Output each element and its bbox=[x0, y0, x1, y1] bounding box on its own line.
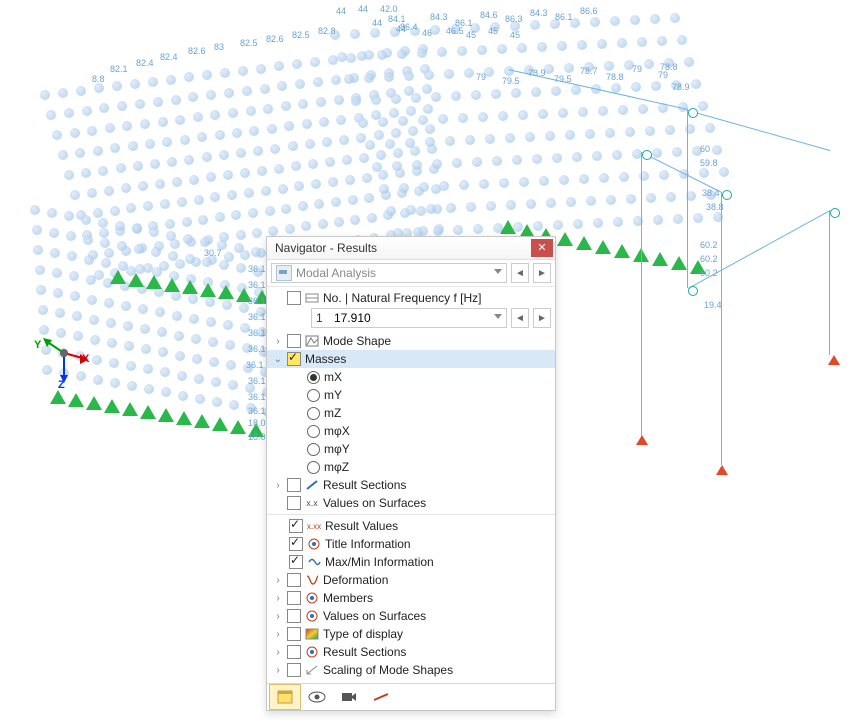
scaling-checkbox[interactable] bbox=[287, 663, 301, 677]
tab-section-button[interactable] bbox=[365, 684, 397, 710]
maxmin-info-checkbox[interactable] bbox=[289, 555, 303, 569]
expand-toggle[interactable]: › bbox=[273, 665, 283, 676]
values-surfaces-icon bbox=[305, 609, 319, 623]
expand-toggle[interactable]: › bbox=[273, 575, 283, 586]
values-surfaces-top-checkbox[interactable] bbox=[287, 496, 301, 510]
title-info-icon bbox=[307, 537, 321, 551]
scaling-icon bbox=[305, 663, 319, 677]
chevron-down-icon bbox=[494, 269, 502, 274]
expand-toggle[interactable]: › bbox=[273, 336, 283, 347]
deformation-icon bbox=[305, 573, 319, 587]
display-type-checkbox[interactable] bbox=[287, 627, 301, 641]
my-radio[interactable] bbox=[307, 389, 320, 402]
title-info-label: Title Information bbox=[325, 537, 411, 551]
axis-y-label: Y bbox=[34, 339, 41, 351]
expand-toggle[interactable]: › bbox=[273, 611, 283, 622]
mode-shape-checkbox[interactable] bbox=[287, 334, 301, 348]
analysis-next-button[interactable]: ► bbox=[533, 263, 551, 283]
values-surfaces-top-label: Values on Surfaces bbox=[323, 496, 426, 510]
result-values-checkbox[interactable] bbox=[289, 519, 303, 533]
section-icon bbox=[305, 478, 319, 492]
axis-triad: Z X Y bbox=[30, 335, 90, 395]
freq-prev-button[interactable]: ◄ bbox=[511, 308, 529, 328]
display-type-label: Type of display bbox=[323, 627, 403, 641]
chevron-down-icon bbox=[494, 314, 502, 319]
freq-value: 17.910 bbox=[334, 311, 371, 325]
expand-toggle[interactable]: › bbox=[273, 480, 283, 491]
mz-radio[interactable] bbox=[307, 407, 320, 420]
frequency-combo[interactable]: 1 17.910 bbox=[311, 308, 507, 328]
expand-toggle[interactable]: › bbox=[273, 593, 283, 604]
deformation-label: Deformation bbox=[323, 573, 388, 587]
mphiy-label: mφY bbox=[324, 442, 350, 456]
mphix-label: mφX bbox=[324, 424, 350, 438]
tab-visibility-button[interactable] bbox=[301, 684, 333, 710]
freq-next-button[interactable]: ► bbox=[533, 308, 551, 328]
members-icon bbox=[305, 591, 319, 605]
expand-toggle[interactable]: › bbox=[273, 629, 283, 640]
values-surfaces-label: Values on Surfaces bbox=[323, 609, 426, 623]
mphiy-radio[interactable] bbox=[307, 443, 320, 456]
result-values-icon: x.xx bbox=[307, 519, 321, 533]
values-surfaces-checkbox[interactable] bbox=[287, 609, 301, 623]
members-checkbox[interactable] bbox=[287, 591, 301, 605]
expand-toggle[interactable]: › bbox=[273, 647, 283, 658]
close-icon[interactable]: ✕ bbox=[531, 239, 553, 257]
mx-radio[interactable] bbox=[307, 371, 320, 384]
masses-checkbox[interactable] bbox=[287, 352, 301, 366]
maxmin-info-label: Max/Min Information bbox=[325, 555, 434, 569]
mode-shape-icon bbox=[305, 334, 319, 348]
mphix-radio[interactable] bbox=[307, 425, 320, 438]
panel-titlebar[interactable]: Navigator - Results ✕ bbox=[267, 237, 555, 260]
freq-checkbox[interactable] bbox=[287, 291, 301, 305]
mz-label: mZ bbox=[324, 406, 341, 420]
maxmin-icon bbox=[307, 555, 321, 569]
analysis-type-label: Modal Analysis bbox=[296, 266, 376, 280]
navigator-results-panel: Navigator - Results ✕ Modal Analysis ◄ ►… bbox=[266, 236, 556, 711]
my-label: mY bbox=[324, 388, 342, 402]
mx-label: mX bbox=[324, 370, 342, 384]
values-icon: x.x bbox=[305, 496, 319, 510]
results-tree: No. | Natural Frequency f [Hz] 1 17.910 … bbox=[267, 287, 555, 683]
title-info-checkbox[interactable] bbox=[289, 537, 303, 551]
mphiz-label: mφZ bbox=[324, 460, 349, 474]
mode-shape-label: Mode Shape bbox=[323, 334, 391, 348]
freq-header-label: No. | Natural Frequency f [Hz] bbox=[323, 291, 482, 305]
panel-title: Navigator - Results bbox=[275, 241, 531, 255]
result-sections2-checkbox[interactable] bbox=[287, 645, 301, 659]
deformation-checkbox[interactable] bbox=[287, 573, 301, 587]
tab-navigator-button[interactable] bbox=[269, 684, 301, 710]
display-type-icon bbox=[305, 627, 319, 641]
mphiz-radio[interactable] bbox=[307, 461, 320, 474]
freq-icon bbox=[305, 291, 319, 305]
analysis-glyph-icon bbox=[276, 265, 292, 281]
analysis-prev-button[interactable]: ◄ bbox=[511, 263, 529, 283]
axis-x-label: X bbox=[82, 353, 89, 365]
panel-bottom-toolbar bbox=[267, 683, 555, 710]
scaling-label: Scaling of Mode Shapes bbox=[323, 663, 453, 677]
axis-z-label: Z bbox=[58, 379, 65, 391]
freq-number: 1 bbox=[316, 311, 334, 325]
result-sections-label: Result Sections bbox=[323, 478, 406, 492]
analysis-type-combo[interactable]: Modal Analysis bbox=[271, 263, 507, 283]
masses-label: Masses bbox=[305, 352, 346, 366]
result-sections2-icon bbox=[305, 645, 319, 659]
tab-camera-button[interactable] bbox=[333, 684, 365, 710]
members-label: Members bbox=[323, 591, 373, 605]
result-sections2-label: Result Sections bbox=[323, 645, 406, 659]
result-sections-checkbox[interactable] bbox=[287, 478, 301, 492]
result-values-label: Result Values bbox=[325, 519, 398, 533]
expand-toggle[interactable]: ⌄ bbox=[273, 354, 283, 365]
